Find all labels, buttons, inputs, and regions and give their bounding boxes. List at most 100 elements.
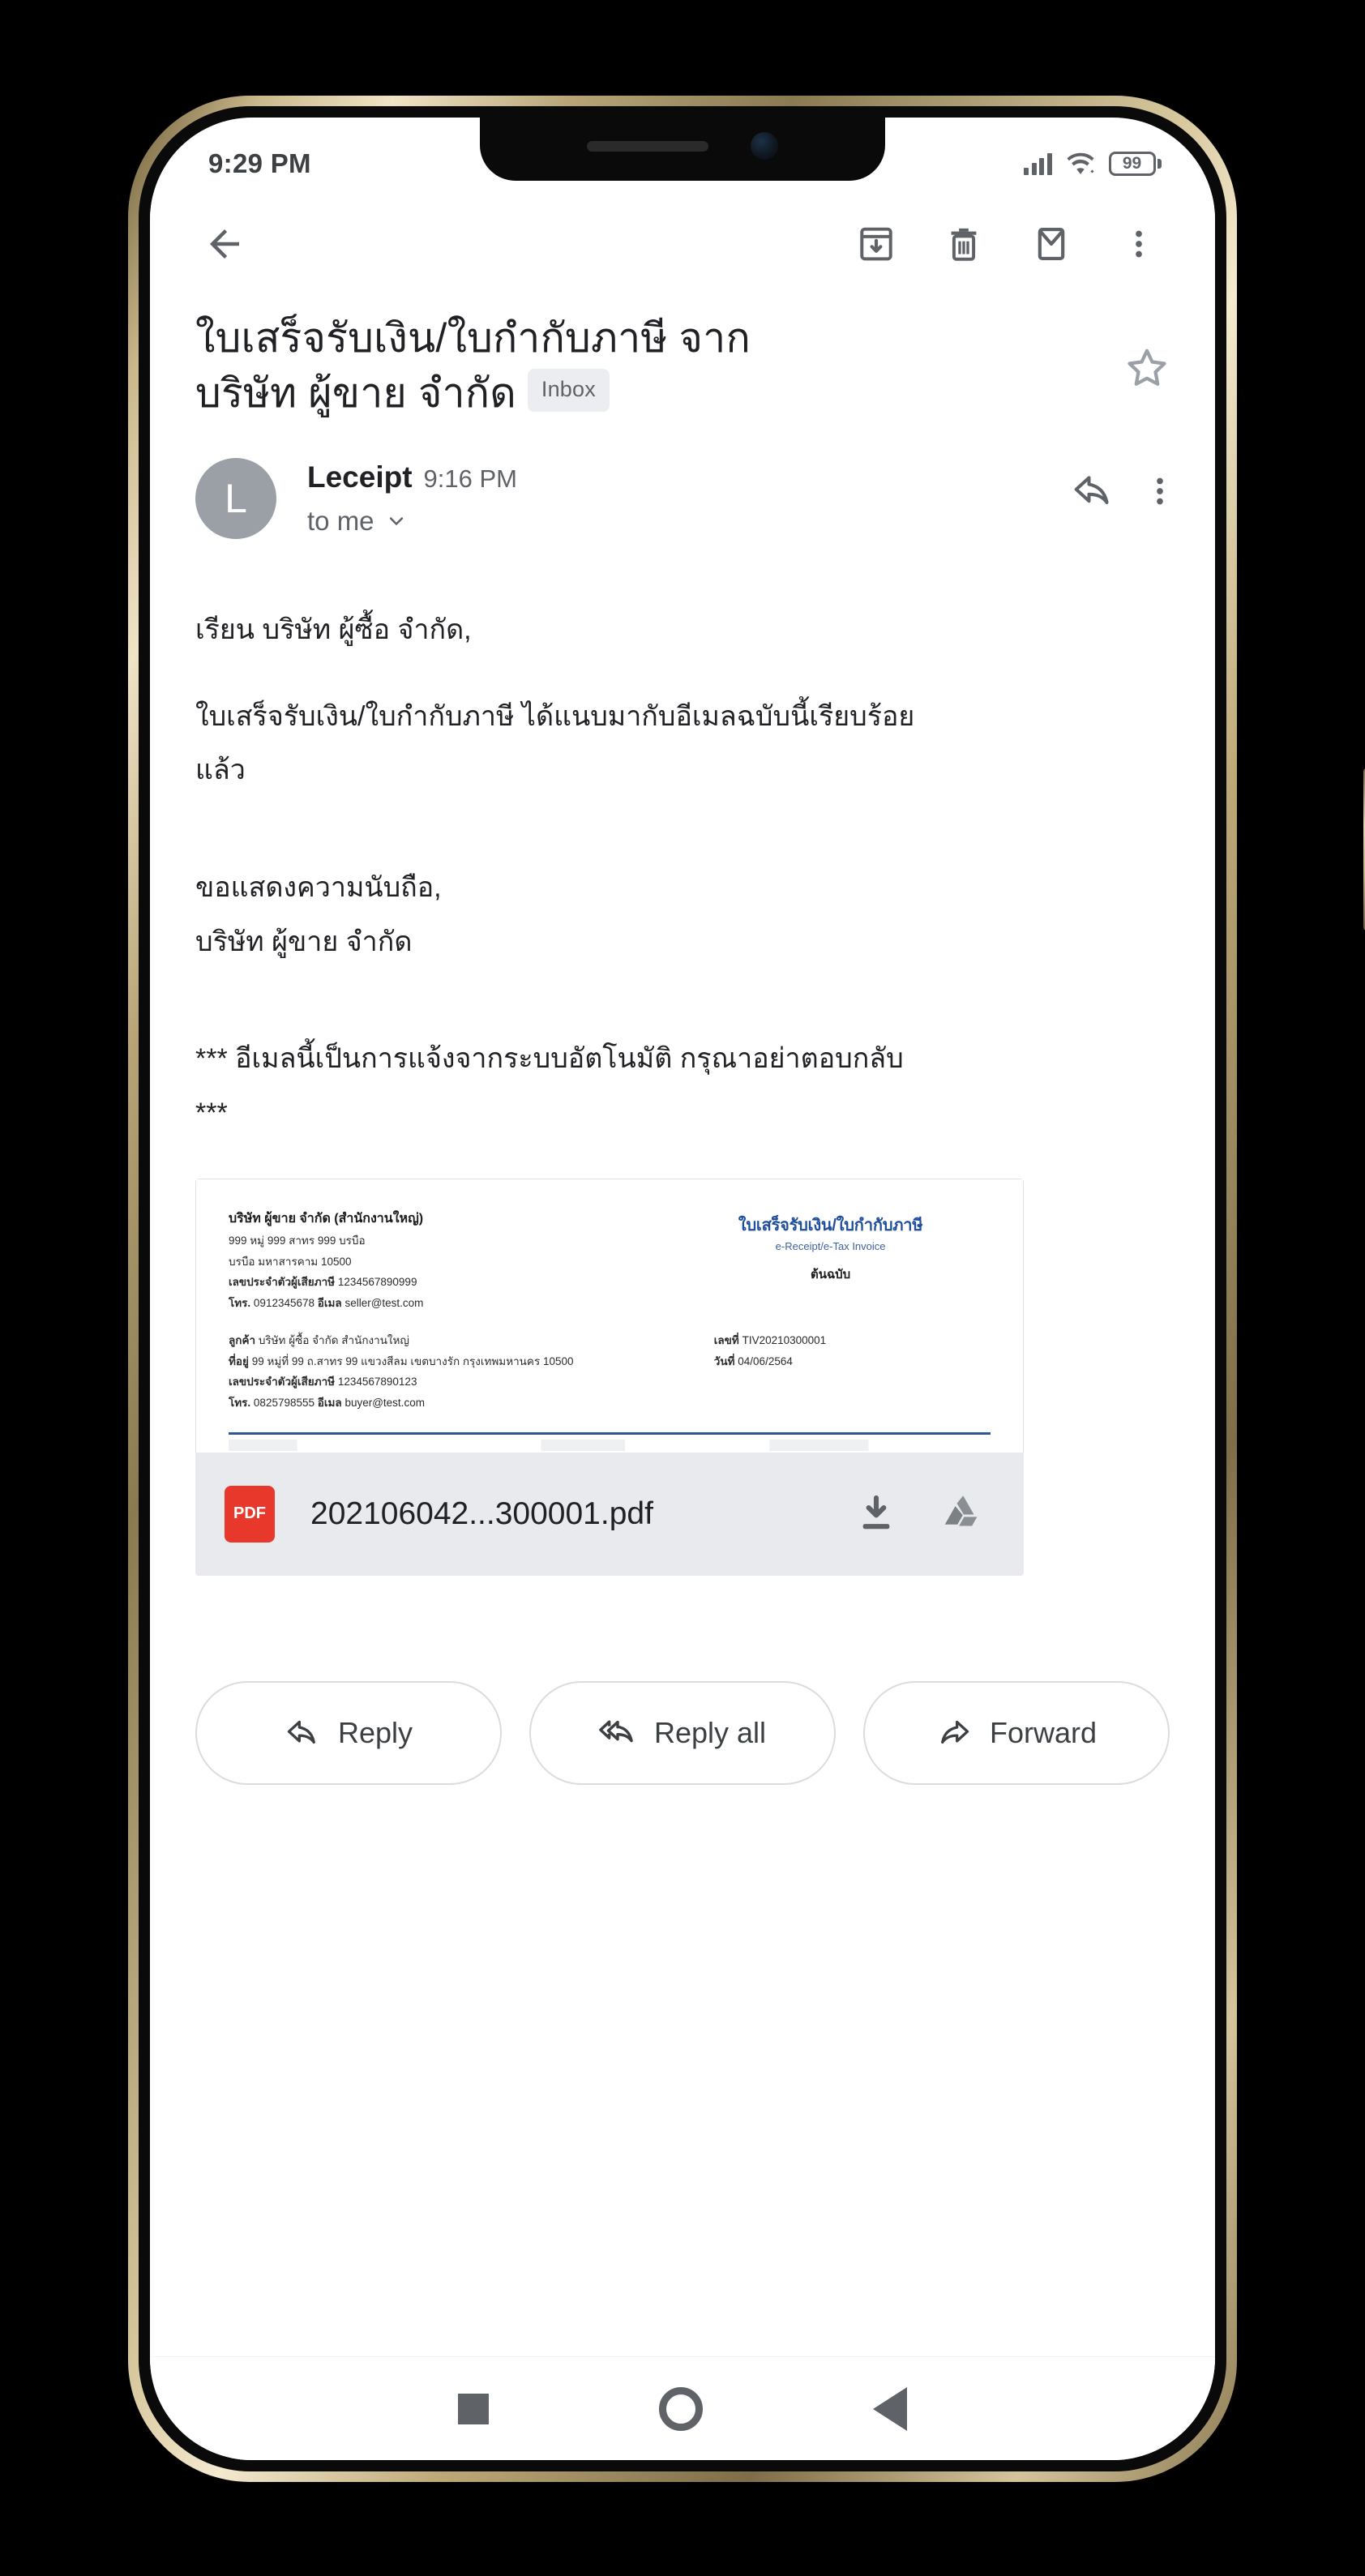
body-autonotice-1: *** อีเมลนี้เป็นการแจ้งจากระบบอัตโนมัติ … xyxy=(195,1043,904,1075)
reply-arrow-icon xyxy=(287,1720,315,1744)
attachment-filename[interactable]: 202106042...300001.pdf xyxy=(275,1496,854,1532)
doc-seller-contact: โทร. 0912345678 อีเมล seller@test.com xyxy=(229,1294,670,1312)
attachment-card[interactable]: บริษัท ผู้ขาย จำกัด (สำนักงานใหญ่) 999 ห… xyxy=(195,1178,1024,1576)
reply-button[interactable]: Reply xyxy=(195,1680,502,1785)
subject-block: ใบเสร็จรับเงิน/ใบกำกับภาษี จาก บริษัท ผู… xyxy=(150,293,1215,421)
forward-arrow-icon xyxy=(941,1720,969,1744)
android-navigation-bar xyxy=(150,2356,1215,2460)
doc-seller-phone: 0912345678 xyxy=(253,1296,315,1309)
forward-button[interactable]: Forward xyxy=(863,1680,1170,1785)
label-chip-inbox[interactable]: Inbox xyxy=(527,369,610,412)
status-icons: 99 xyxy=(1024,152,1162,176)
doc-buyer-phone: 0825798555 xyxy=(253,1396,315,1409)
doc-buyer-block: ลูกค้า บริษัท ผู้ซื้อ จำกัด สำนักงานใหญ่… xyxy=(229,1329,701,1411)
doc-number: TIV20210300001 xyxy=(742,1334,827,1347)
doc-number-row: เลขที่ TIV20210300001 xyxy=(714,1331,991,1349)
body-signoff: ขอแสดงความนับถือ, xyxy=(195,872,442,904)
email-toolbar xyxy=(150,195,1215,293)
doc-seller-tax-id: 1234567890999 xyxy=(337,1276,417,1289)
subject-line-2: บริษัท ผู้ขาย จำกัด xyxy=(195,370,516,416)
doc-header-right: ใบเสร็จรับเงิน/ใบกำกับภาษี e-Receipt/e-T… xyxy=(670,1209,991,1284)
google-drive-icon[interactable] xyxy=(939,1491,986,1538)
doc-meta-block: เลขที่ TIV20210300001 วันที่ 04/06/2564 xyxy=(701,1329,991,1370)
doc-buyer-address-row: ที่อยู่ 99 หมู่ที่ 99 ถ.สาทร 99 แขวงสีลม… xyxy=(229,1352,701,1370)
doc-buyer-name-row: ลูกค้า บริษัท ผู้ซื้อ จำกัด สำนักงานใหญ่ xyxy=(229,1331,701,1349)
archive-icon[interactable] xyxy=(847,215,905,273)
recipient-label: to me xyxy=(307,506,374,536)
page-title: ใบเสร็จรับเงิน/ใบกำกับภาษี จาก บริษัท ผู… xyxy=(195,310,1123,421)
doc-buyer-contact-row: โทร. 0825798555 อีเมล buyer@test.com xyxy=(229,1393,701,1411)
doc-seller-email: seller@test.com xyxy=(344,1296,424,1309)
circle-home-icon[interactable] xyxy=(659,2386,703,2431)
doc-seller-address2: บรบือ มหาสารคาม 10500 xyxy=(229,1255,352,1268)
doc-seller-tax: เลขประจำตัวผู้เสียภาษี 1234567890999 xyxy=(229,1273,670,1290)
doc-buyer-name: บริษัท ผู้ซื้อ จำกัด สำนักงานใหญ่ xyxy=(258,1334,409,1347)
body-autonotice-2: *** xyxy=(195,1098,228,1129)
doc-buyer-label: ลูกค้า xyxy=(229,1334,256,1347)
back-arrow-icon[interactable] xyxy=(195,215,254,273)
doc-date-row: วันที่ 04/06/2564 xyxy=(714,1352,991,1370)
doc-copy-type: ต้นฉบับ xyxy=(810,1267,851,1282)
doc-buyer-address-label: ที่อยู่ xyxy=(229,1354,249,1367)
star-outline-icon[interactable] xyxy=(1123,344,1183,393)
attachment-bar[interactable]: PDF 202106042...300001.pdf xyxy=(195,1452,1024,1576)
doc-title-english: e-Receipt/e-Tax Invoice xyxy=(775,1239,886,1252)
signal-bars-icon xyxy=(1024,152,1052,175)
triangle-back-icon[interactable] xyxy=(873,2386,907,2431)
doc-buyer-email: buyer@test.com xyxy=(344,1396,425,1409)
doc-table-header-partial xyxy=(229,1439,991,1451)
doc-seller-address1: 999 หมู่ 999 สาทร 999 บรบือ xyxy=(229,1235,366,1247)
gmail-email-view: ใบเสร็จรับเงิน/ใบกำกับภาษี จาก บริษัท ผู… xyxy=(150,195,1215,2356)
pdf-file-icon: PDF xyxy=(225,1485,275,1543)
doc-buyer-tax-row: เลขประจำตัวผู้เสียภาษี 1234567890123 xyxy=(229,1372,701,1390)
attachment-preview[interactable]: บริษัท ผู้ขาย จำกัด (สำนักงานใหญ่) 999 ห… xyxy=(195,1178,1024,1453)
front-camera xyxy=(751,132,778,160)
doc-number-label: เลขที่ xyxy=(713,1334,739,1347)
sender-row: L Leceipt 9:16 PM to me xyxy=(150,421,1215,539)
reply-all-button[interactable]: Reply all xyxy=(529,1680,836,1785)
email-body: เรียน บริษัท ผู้ซื้อ จำกัด, ใบเสร็จรับเง… xyxy=(150,539,1215,1135)
wifi-icon xyxy=(1066,152,1094,174)
earpiece-speaker xyxy=(587,140,708,152)
sender-meta: Leceipt 9:16 PM to me xyxy=(276,458,1071,537)
doc-seller-tax-label: เลขประจำตัวผู้เสียภาษี xyxy=(229,1276,336,1289)
doc-date: 04/06/2564 xyxy=(738,1354,793,1367)
doc-seller-phone-label: โทร. xyxy=(229,1296,251,1309)
chevron-down-icon[interactable] xyxy=(384,509,409,533)
doc-seller-block: บริษัท ผู้ขาย จำกัด (สำนักงานใหญ่) 999 ห… xyxy=(229,1209,670,1312)
doc-buyer-tax-id: 1234567890123 xyxy=(337,1376,417,1389)
body-signature: บริษัท ผู้ขาย จำกัด xyxy=(195,926,413,957)
phone-bezel: 9:29 PM 99 ใบเสร็จรับเงิน/ใบกำกับภาษี จา… xyxy=(139,106,1226,2471)
reply-all-arrow-icon xyxy=(599,1720,633,1743)
more-vert-icon[interactable] xyxy=(1142,473,1178,509)
notch xyxy=(480,118,885,181)
body-paragraph-1a: ใบเสร็จรับเงิน/ใบกำกับภาษี ได้แนบมากับอี… xyxy=(195,700,915,732)
body-paragraph-1b: แล้ว xyxy=(195,755,246,786)
doc-date-label: วันที่ xyxy=(713,1354,735,1367)
sender-name[interactable]: Leceipt xyxy=(307,460,413,494)
trash-icon[interactable] xyxy=(935,215,993,273)
phone-screen: 9:29 PM 99 ใบเสร็จรับเงิน/ใบกำกับภาษี จา… xyxy=(150,118,1215,2460)
doc-divider-rule xyxy=(229,1431,991,1435)
battery-level: 99 xyxy=(1122,154,1142,173)
doc-title-thai: ใบเสร็จรับเงิน/ใบกำกับภาษี xyxy=(738,1216,923,1235)
avatar[interactable]: L xyxy=(195,458,276,539)
doc-seller-email-label: อีเมล xyxy=(317,1296,342,1309)
download-icon[interactable] xyxy=(854,1491,899,1537)
sender-timestamp: 9:16 PM xyxy=(423,464,517,493)
forward-button-label: Forward xyxy=(989,1715,1098,1749)
phone-frame: 9:29 PM 99 ใบเสร็จรับเงิน/ใบกำกับภาษี จา… xyxy=(128,96,1365,2482)
status-time: 9:29 PM xyxy=(208,148,311,178)
doc-buyer-email-label: อีเมล xyxy=(317,1396,342,1409)
doc-buyer-phone-label: โทร. xyxy=(229,1396,251,1409)
quick-action-row: Reply Reply all Forward xyxy=(150,1576,1215,1785)
body-greeting: เรียน บริษัท ผู้ซื้อ จำกัด, xyxy=(195,614,472,645)
subject-line-1: ใบเสร็จรับเงิน/ใบกำกับภาษี จาก xyxy=(195,315,751,361)
square-recents-icon[interactable] xyxy=(458,2393,489,2424)
doc-buyer-address: 99 หมู่ที่ 99 ถ.สาทร 99 แขวงสีลม เขตบางร… xyxy=(251,1354,574,1367)
envelope-icon[interactable] xyxy=(1022,215,1080,273)
recipient-row[interactable]: to me xyxy=(307,506,1071,537)
more-vert-icon[interactable] xyxy=(1110,215,1168,273)
reply-arrow-icon[interactable] xyxy=(1071,469,1115,513)
battery-icon: 99 xyxy=(1108,152,1162,176)
